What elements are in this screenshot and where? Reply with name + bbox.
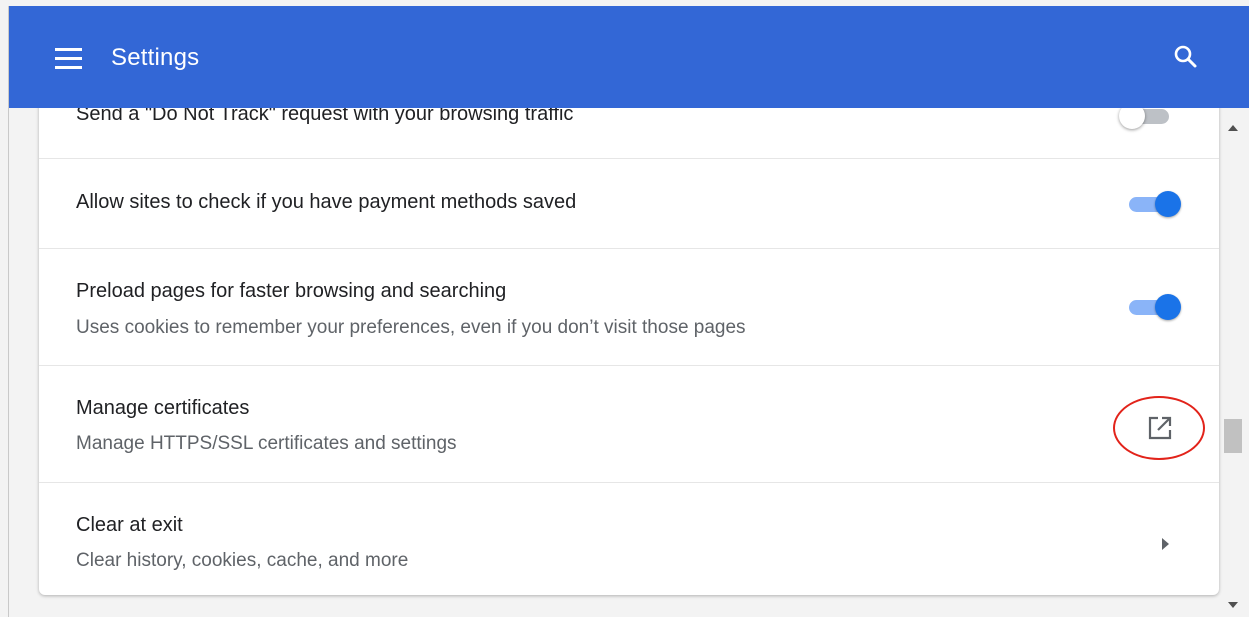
- arrow-right-icon[interactable]: [1162, 538, 1169, 550]
- hamburger-menu-icon[interactable]: [55, 48, 85, 70]
- search-icon[interactable]: [1171, 42, 1201, 72]
- setting-title: Manage certificates: [76, 397, 250, 419]
- settings-header: Settings: [9, 6, 1249, 108]
- payment-methods-toggle[interactable]: [1125, 189, 1185, 219]
- setting-title: Allow sites to check if you have payment…: [76, 191, 577, 213]
- setting-title: Clear at exit: [76, 514, 183, 536]
- settings-window: Settings Send a "Do Not Track" request w…: [8, 6, 1249, 617]
- setting-title: Preload pages for faster browsing and se…: [76, 280, 507, 302]
- setting-subtitle: Clear history, cookies, cache, and more: [76, 550, 409, 571]
- page-title: Settings: [111, 44, 200, 71]
- preload-pages-toggle[interactable]: [1125, 292, 1185, 322]
- setting-subtitle: Manage HTTPS/SSL certificates and settin…: [76, 433, 457, 454]
- vertical-scrollbar[interactable]: [1223, 108, 1243, 617]
- setting-row-payment-methods[interactable]: Allow sites to check if you have payment…: [39, 158, 1219, 248]
- scroll-down-arrow-icon[interactable]: [1228, 602, 1238, 608]
- setting-row-clear-at-exit[interactable]: Clear at exit Clear history, cookies, ca…: [39, 482, 1219, 595]
- setting-row-manage-certificates[interactable]: Manage certificates Manage HTTPS/SSL cer…: [39, 365, 1219, 482]
- privacy-settings-card: Send a "Do Not Track" request with your …: [39, 46, 1219, 595]
- open-in-new-icon[interactable]: [1145, 413, 1175, 443]
- scroll-up-arrow-icon[interactable]: [1228, 125, 1238, 131]
- setting-subtitle: Uses cookies to remember your preference…: [76, 317, 746, 338]
- scrollbar-thumb[interactable]: [1224, 419, 1242, 453]
- setting-row-preload-pages[interactable]: Preload pages for faster browsing and se…: [39, 248, 1219, 365]
